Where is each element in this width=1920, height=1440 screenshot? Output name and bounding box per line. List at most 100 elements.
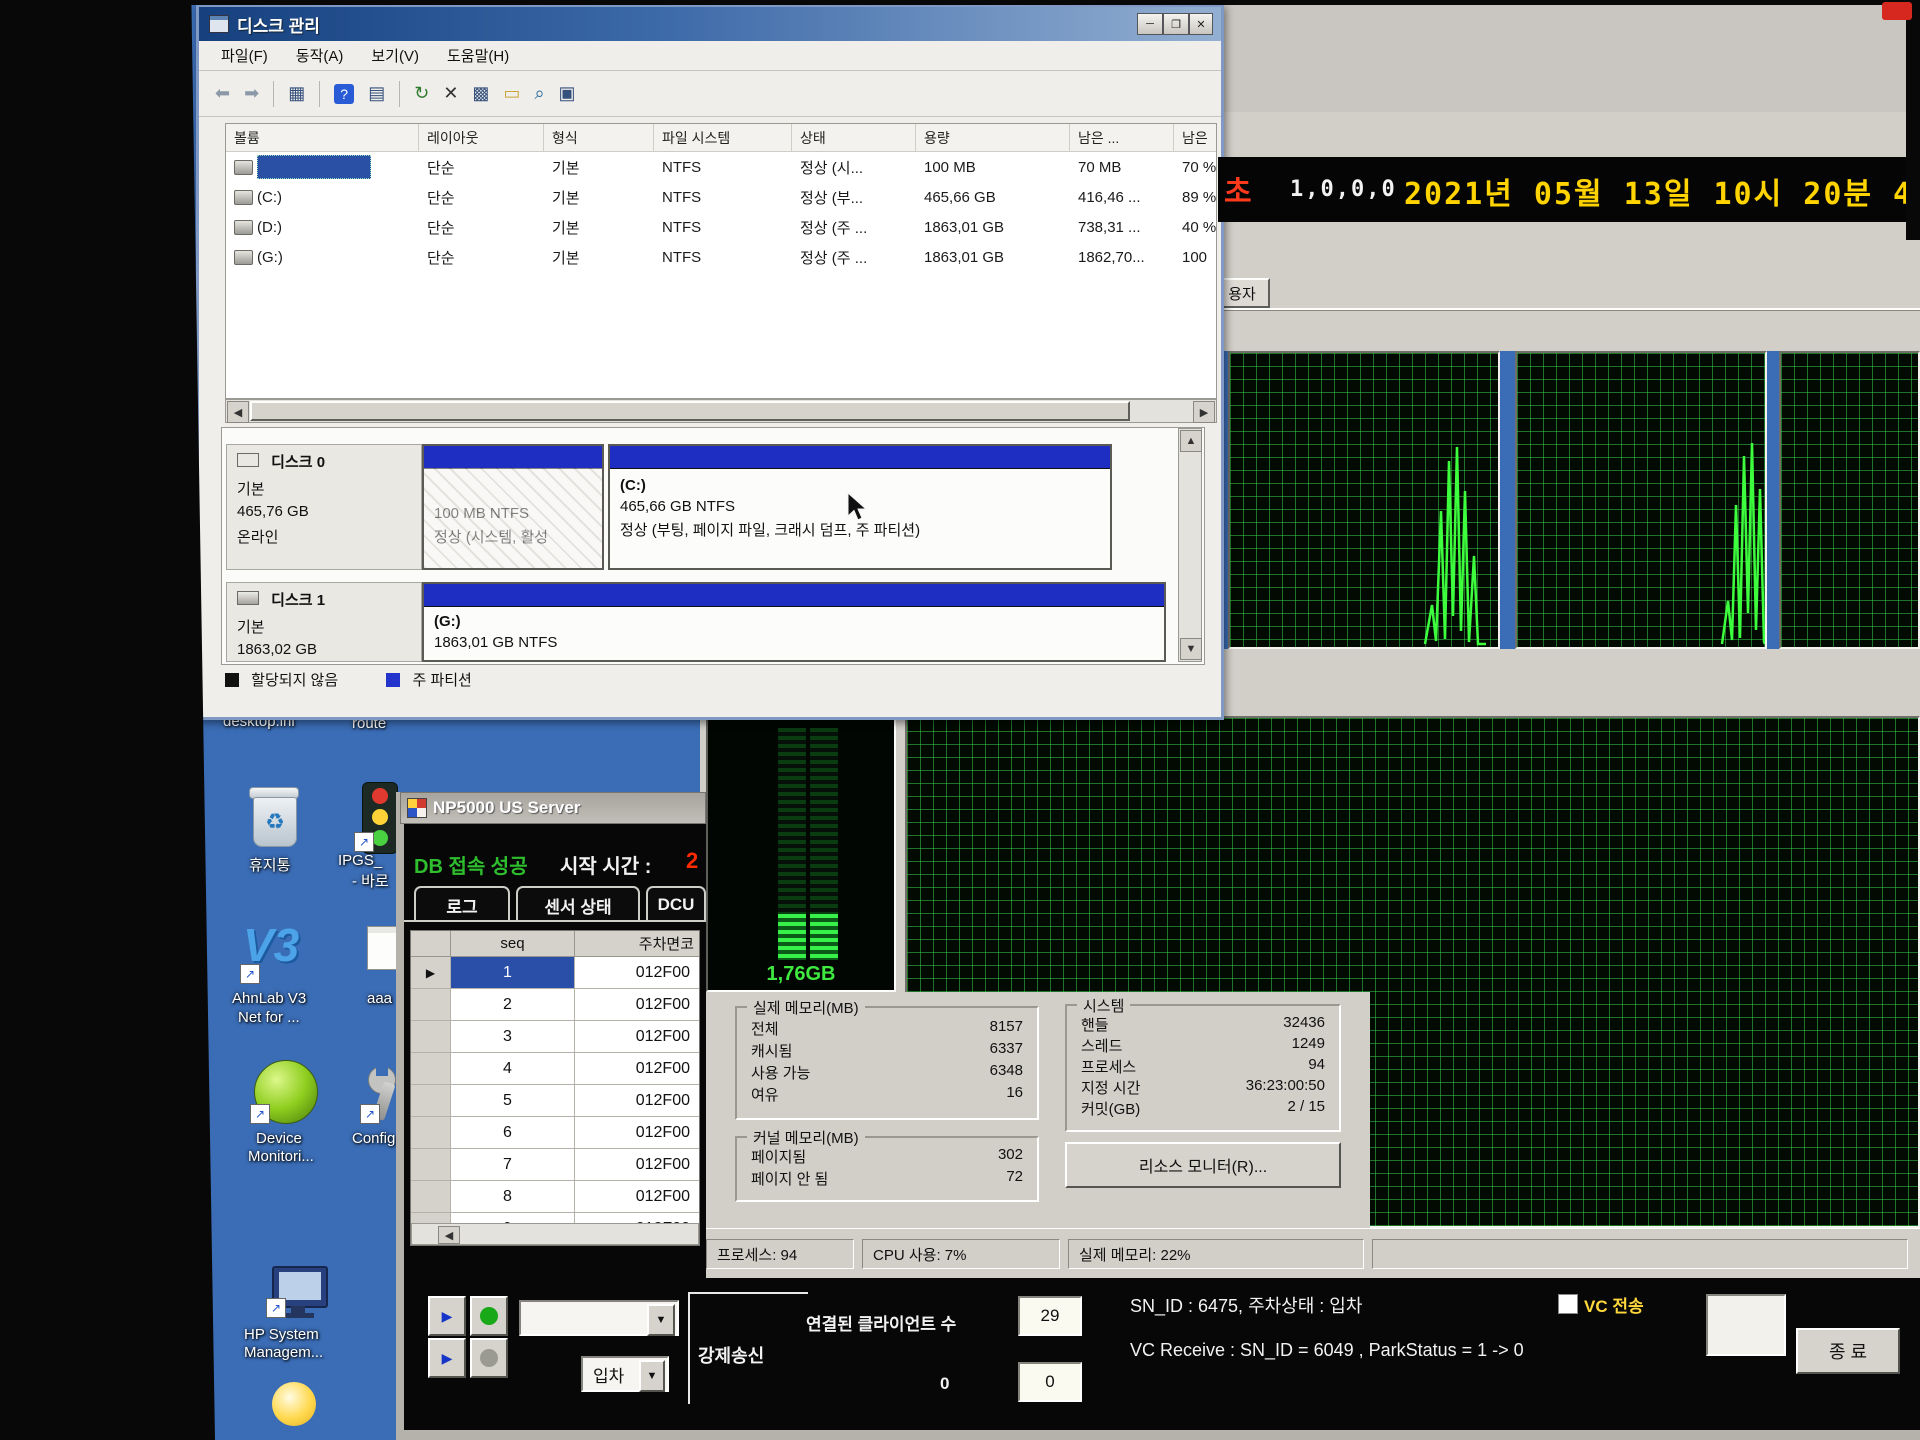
- table-row[interactable]: 9012F00: [411, 1213, 700, 1223]
- scroll-left-icon[interactable]: ◀: [438, 1226, 460, 1244]
- properties-icon[interactable]: ▩: [472, 83, 489, 104]
- volume-cell: 738,31 ...: [1070, 212, 1182, 242]
- open-folder-icon[interactable]: ▭: [503, 83, 520, 104]
- parking-mode-combo[interactable]: 입차 ▼: [581, 1356, 669, 1392]
- tab-log[interactable]: 로그: [414, 886, 510, 922]
- menu-file[interactable]: 파일(F): [221, 45, 268, 66]
- chevron-down-icon[interactable]: ▼: [639, 1360, 665, 1392]
- volume-cell: 기본: [544, 212, 662, 242]
- volume-cell: (G:): [226, 242, 427, 272]
- cpu-history-graph: [1228, 351, 1500, 649]
- volume-row[interactable]: 단순기본NTFS정상 (시...100 MB70 MB70 %: [226, 152, 1216, 182]
- console-tree-icon[interactable]: ▦: [288, 83, 305, 104]
- volume-cell: 정상 (주 ...: [792, 242, 924, 272]
- start-time-value: 2: [686, 848, 698, 874]
- recycle-bin-icon[interactable]: ♻: [253, 797, 297, 847]
- table-row[interactable]: 5012F00: [411, 1085, 700, 1117]
- disk-tools-icon[interactable]: ▣: [559, 83, 576, 104]
- disk1-label-cell[interactable]: 디스크 1 기본 1863,02 GB: [226, 582, 422, 662]
- partition-g[interactable]: (G:) 1863,01 GB NTFS: [422, 582, 1166, 662]
- shortcut-arrow-icon: ↗: [360, 1104, 380, 1124]
- column-header[interactable]: 용량: [916, 124, 1070, 152]
- play-button[interactable]: ▶: [428, 1338, 466, 1378]
- tab-dcu[interactable]: DCU: [646, 886, 706, 922]
- column-header[interactable]: 남은: [1174, 124, 1216, 152]
- table-row[interactable]: 3012F00: [411, 1021, 700, 1053]
- table-row[interactable]: 7012F00: [411, 1149, 700, 1181]
- ticker-version: 1,0,0,0: [1290, 177, 1397, 202]
- volume-row[interactable]: (C:)단순기본NTFS정상 (부...465,66 GB416,46 ...8…: [226, 182, 1216, 212]
- table-row[interactable]: 6012F00: [411, 1117, 700, 1149]
- desktop-icon-label: Config: [352, 1130, 395, 1147]
- volume-cell: 단순: [419, 152, 552, 182]
- force-send-label: 강제송신: [698, 1342, 764, 1368]
- column-header[interactable]: 형식: [544, 124, 654, 152]
- status-lamp-button[interactable]: [470, 1296, 508, 1336]
- table-row[interactable]: ▶1012F00: [411, 957, 700, 989]
- maximize-button[interactable]: ❐: [1163, 13, 1189, 35]
- play-button[interactable]: ▶: [428, 1296, 466, 1336]
- tab-baseline: [404, 920, 706, 922]
- combo-box[interactable]: ▼: [519, 1300, 679, 1336]
- exit-button[interactable]: 종 료: [1796, 1328, 1900, 1374]
- partition-size: 1863,01 GB NTFS: [434, 634, 1164, 651]
- back-icon[interactable]: ⬅: [215, 83, 230, 104]
- partition-color-bar: [424, 446, 602, 469]
- scrollbar-thumb[interactable]: [250, 401, 1130, 421]
- divider: [319, 81, 320, 107]
- column-header[interactable]: 남은 ...: [1070, 124, 1174, 152]
- scroll-left-icon[interactable]: ◀: [227, 401, 249, 423]
- tab-sensor-status[interactable]: 센서 상태: [516, 886, 640, 922]
- table-row[interactable]: 4012F00: [411, 1053, 700, 1085]
- volume-name: (D:): [257, 219, 282, 236]
- groupbox-caption: 실제 메모리(MB): [747, 997, 865, 1018]
- disk0-label-cell[interactable]: 디스크 0 기본 465,76 GB 온라인: [226, 444, 422, 570]
- stat-label: 전체: [751, 1021, 779, 1038]
- close-button[interactable]: ✕: [1189, 13, 1213, 35]
- vscrollbar[interactable]: ▲ ▼: [1178, 428, 1202, 662]
- scroll-down-icon[interactable]: ▼: [1180, 638, 1202, 660]
- delete-icon[interactable]: ✕: [443, 83, 458, 104]
- panes-icon[interactable]: ▤: [368, 83, 385, 104]
- panel-gap: [1218, 649, 1920, 716]
- column-header[interactable]: 파일 시스템: [654, 124, 792, 152]
- menu-view[interactable]: 보기(V): [371, 45, 419, 66]
- sn-status-text: SN_ID : 6475, 주차상태 : 입차: [1130, 1292, 1362, 1318]
- stat-label: 지정 시간: [1081, 1080, 1140, 1097]
- table-row[interactable]: 8012F00: [411, 1181, 700, 1213]
- help-icon[interactable]: ?: [334, 84, 354, 104]
- column-header-code[interactable]: 주차면코: [575, 931, 700, 957]
- volume-row[interactable]: (D:)단순기본NTFS정상 (주 ...1863,01 GB738,31 ..…: [226, 212, 1216, 242]
- column-header-seq[interactable]: seq: [451, 931, 575, 957]
- partition-system[interactable]: 100 MB NTFS 정상 (시스템, 활성: [422, 444, 604, 570]
- table-hscrollbar[interactable]: ◀: [411, 1223, 699, 1245]
- refresh-icon[interactable]: ↻: [414, 83, 429, 104]
- column-header[interactable]: 레이아웃: [419, 124, 544, 152]
- chevron-down-icon[interactable]: ▼: [647, 1304, 675, 1336]
- row-selector: [411, 1149, 451, 1181]
- volume-row[interactable]: (G:)단순기본NTFS정상 (주 ...1863,01 GB1862,70..…: [226, 242, 1216, 272]
- hscrollbar[interactable]: ◀ ▶: [225, 399, 1217, 423]
- table-row[interactable]: 2012F00: [411, 989, 700, 1021]
- menu-help[interactable]: 도움말(H): [447, 45, 509, 66]
- resource-monitor-button[interactable]: 리소스 모니터(R)...: [1065, 1142, 1341, 1188]
- scroll-up-icon[interactable]: ▲: [1180, 430, 1202, 452]
- minimize-button[interactable]: ─: [1137, 13, 1163, 35]
- search-icon[interactable]: ⌕: [534, 83, 544, 104]
- column-header[interactable]: 볼륨: [226, 124, 419, 152]
- menu-action[interactable]: 동작(A): [296, 45, 344, 66]
- status-lamp-button[interactable]: [470, 1338, 508, 1378]
- primary-partition-swatch: [386, 673, 400, 687]
- volume-cell: 단순: [419, 212, 552, 242]
- scroll-right-icon[interactable]: ▶: [1193, 401, 1215, 423]
- bulb-icon[interactable]: [272, 1382, 316, 1426]
- row-selector: [411, 1021, 451, 1053]
- cpu-history-graph: [1515, 351, 1767, 649]
- ticker-seconds: 초: [1224, 167, 1252, 211]
- vc-send-checkbox[interactable]: [1558, 1294, 1578, 1314]
- np5000-titlebar[interactable]: NP5000 US Server: [400, 792, 706, 824]
- disk-icon: [237, 453, 259, 467]
- column-header[interactable]: 상태: [792, 124, 916, 152]
- titlebar[interactable]: 디스크 관리 ─ ❐ ✕: [199, 7, 1221, 41]
- forward-icon[interactable]: ➡: [244, 83, 259, 104]
